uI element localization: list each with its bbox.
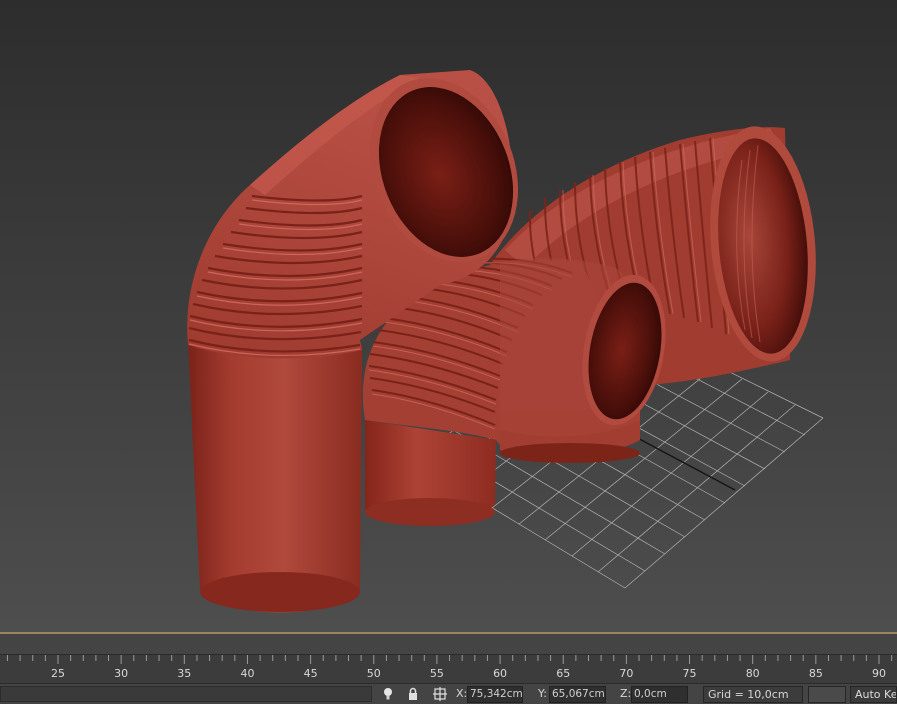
- grid-spacing-display: Grid = 10,0cm: [703, 686, 803, 703]
- ruler-label: 85: [809, 667, 823, 680]
- ruler-label: 50: [367, 667, 381, 680]
- ruler-label: 90: [872, 667, 886, 680]
- absolute-mode-transform-icon[interactable]: [432, 686, 448, 702]
- auto-key-button[interactable]: Auto Key: [850, 686, 897, 703]
- ruler-label: 35: [177, 667, 191, 680]
- frame-ruler: 25 30 35 40 45 50 55 60 65 70 75 80 85 90: [6, 655, 893, 680]
- status-bar: X: 75,342cm Y: 65,067cm Z: 0,0cm Grid = …: [0, 683, 897, 704]
- ruler-label: 70: [619, 667, 633, 680]
- ruler-label: 45: [304, 667, 318, 680]
- x-coordinate-field[interactable]: 75,342cm: [467, 686, 523, 703]
- perspective-viewport[interactable]: [0, 0, 897, 632]
- z-coordinate-field[interactable]: 0,0cm: [631, 686, 688, 703]
- ruler-label: 65: [556, 667, 570, 680]
- ruler-label: 80: [746, 667, 760, 680]
- y-coordinate-label: Y:: [538, 687, 547, 700]
- y-coordinate-field[interactable]: 65,067cm: [549, 686, 606, 703]
- ruler-label: 30: [114, 667, 128, 680]
- ruler-label: 40: [240, 667, 254, 680]
- z-coordinate-label: Z:: [620, 687, 632, 700]
- prompt-line[interactable]: [0, 686, 372, 702]
- lightbulb-icon[interactable]: [380, 686, 396, 702]
- ruler-ticks: [6, 655, 893, 664]
- add-time-tag-button[interactable]: [808, 686, 846, 703]
- ruler-label: 25: [51, 667, 65, 680]
- ruler-label: 75: [683, 667, 697, 680]
- viewport-scene: [0, 0, 897, 632]
- ruler-label: 55: [430, 667, 444, 680]
- ruler-label: 60: [493, 667, 507, 680]
- lock-icon[interactable]: [405, 686, 421, 702]
- x-coordinate-label: X:: [456, 687, 468, 700]
- track-bar[interactable]: 25 30 35 40 45 50 55 60 65 70 75 80 85 90: [0, 654, 897, 683]
